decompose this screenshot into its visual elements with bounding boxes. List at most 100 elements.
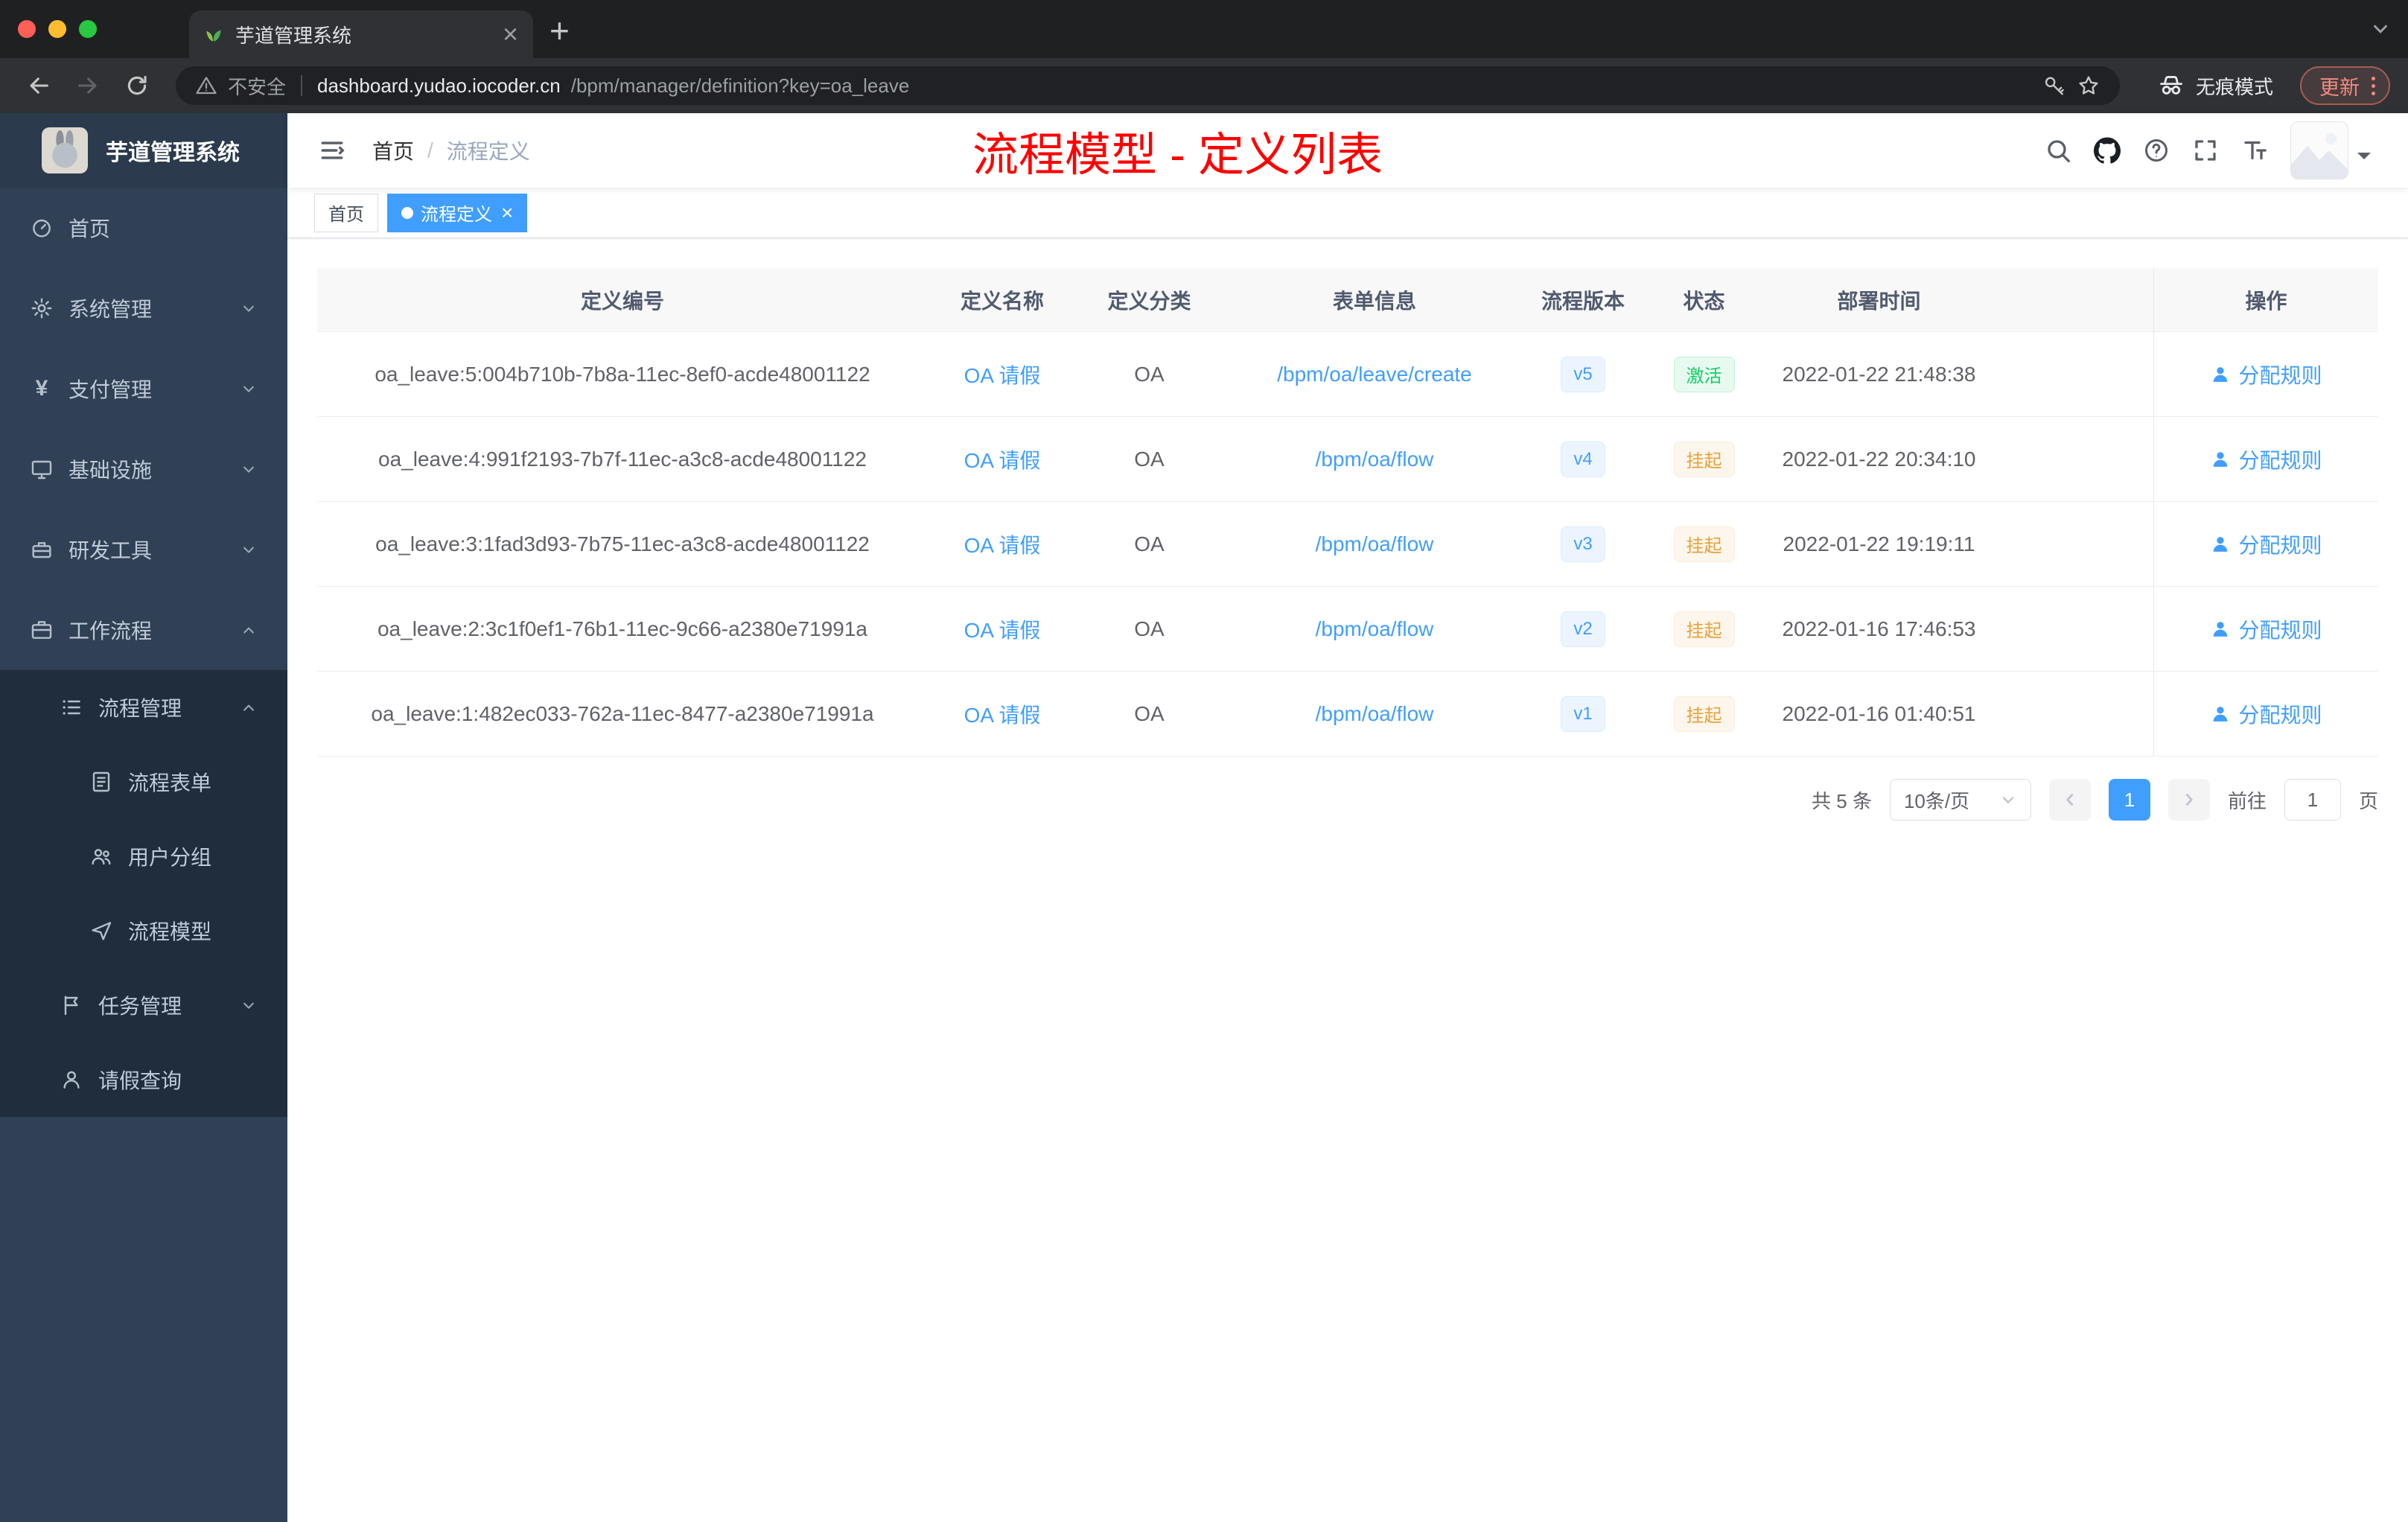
cell-deploy-time: 2022-01-22 19:19:11: [1783, 532, 1975, 555]
refresh-button[interactable]: [116, 65, 158, 106]
cell-definition-id: oa_leave:2:3c1f0ef1-76b1-11ec-9c66-a2380…: [377, 617, 867, 640]
sidebar-item-payment[interactable]: ¥ 支付管理: [0, 348, 287, 429]
url-separator: [301, 75, 303, 96]
cell-category: OA: [1134, 617, 1165, 640]
new-tab-button[interactable]: +: [550, 13, 570, 48]
page-content: 定义编号 定义名称 定义分类 表单信息 流程版本 状态 部署时间 操作 oa_leave:5:…: [287, 238, 2408, 1522]
breadcrumb-home[interactable]: 首页: [372, 136, 414, 165]
tag-close-icon[interactable]: ×: [501, 202, 513, 223]
sidebar-item-devtools[interactable]: 研发工具: [0, 509, 287, 590]
help-question-icon[interactable]: [2143, 137, 2170, 164]
sidebar-item-label: 首页: [69, 217, 111, 241]
prev-page-button[interactable]: [2048, 779, 2091, 821]
cell-definition-id: oa_leave:5:004b710b-7b8a-11ec-8ef0-acde4…: [375, 362, 870, 386]
address-bar[interactable]: 不安全 dashboard.yudao.iocoder.cn /bpm/mana…: [176, 66, 2120, 105]
tab-close-icon[interactable]: ×: [503, 21, 518, 48]
sidebar-menu: 首页系统管理 ¥ 支付管理基础设施研发工具 工作流程 流程管理流程表单用户分组 流程模型任…: [0, 188, 287, 1117]
chevron-down-icon: [1999, 791, 2017, 809]
sidebar-item-label: 基础设施: [69, 459, 153, 482]
update-button[interactable]: 更新: [2300, 66, 2390, 105]
sidebar-item-system[interactable]: 系统管理: [0, 268, 287, 348]
sidebar-logo[interactable]: 芋道管理系统: [0, 113, 287, 188]
next-page-button[interactable]: [2167, 779, 2210, 821]
form-info-link[interactable]: /bpm/oa/flow: [1316, 617, 1434, 641]
security-label[interactable]: 不安全: [228, 72, 286, 100]
column-header: 流程版本: [1541, 289, 1625, 313]
cell-category: OA: [1134, 701, 1165, 725]
sidebar-item-label: 流程表单: [128, 771, 212, 795]
page-size-select[interactable]: 10条/页: [1889, 779, 2031, 821]
tag-home[interactable]: 首页: [314, 193, 378, 232]
definition-name-link[interactable]: OA 请假: [964, 360, 1041, 389]
table-row: oa_leave:4:991f2193-7b7f-11ec-a3c8-acde4…: [317, 417, 2378, 502]
workflow-icon: [30, 618, 54, 642]
chevron-down-icon: [238, 459, 259, 480]
avatar[interactable]: [2290, 121, 2348, 179]
form-info-link[interactable]: /bpm/oa/flow: [1316, 702, 1434, 726]
definition-name-link[interactable]: OA 请假: [964, 445, 1041, 474]
password-key-icon[interactable]: [2042, 74, 2066, 98]
table-row: oa_leave:3:1fad3d93-7b75-11ec-a3c8-acde4…: [317, 502, 2378, 587]
search-icon[interactable]: [2045, 137, 2071, 164]
chevron-down-icon: [238, 995, 259, 1016]
assign-rule-link[interactable]: 分配规则: [2210, 360, 2322, 389]
sidebar-item-workflow[interactable]: 工作流程: [0, 590, 287, 670]
sidebar-item-user-group[interactable]: 用户分组: [0, 819, 287, 894]
task-icon: [60, 993, 83, 1017]
app-title: 芋道管理系统: [106, 141, 240, 165]
column-header: 表单信息: [1332, 289, 1416, 313]
close-window-button[interactable]: [18, 20, 36, 38]
version-tag: v5: [1561, 356, 1605, 392]
chevron-down-icon: [238, 378, 259, 399]
assign-rule-link[interactable]: 分配规则: [2210, 445, 2322, 474]
model-icon: [89, 919, 113, 943]
github-icon[interactable]: [2094, 137, 2121, 164]
font-size-icon[interactable]: [2241, 137, 2268, 164]
browser-tab[interactable]: 芋道管理系统 ×: [189, 10, 533, 58]
sidebar-item-process-form[interactable]: 流程表单: [0, 745, 287, 819]
cell-definition-id: oa_leave:4:991f2193-7b7f-11ec-a3c8-acde4…: [378, 447, 867, 471]
sidebar-item-infrastructure[interactable]: 基础设施: [0, 429, 287, 509]
caret-down-icon: [2357, 153, 2371, 166]
hamburger-icon[interactable]: [317, 138, 347, 163]
user-icon: [2210, 534, 2231, 555]
status-tag: 挂起: [1673, 611, 1735, 647]
sidebar-item-task-manage[interactable]: 任务管理: [0, 968, 287, 1042]
definition-name-link[interactable]: OA 请假: [964, 699, 1041, 729]
browser-menu-kebab-icon[interactable]: [2372, 76, 2375, 95]
user-icon: [60, 1068, 83, 1092]
table-header-row: 定义编号 定义名称 定义分类 表单信息 流程版本 状态 部署时间 操作: [317, 268, 2378, 332]
table-row: oa_leave:2:3c1f0ef1-76b1-11ec-9c66-a2380…: [317, 587, 2378, 672]
incognito-spy-icon: [2157, 71, 2185, 100]
group-icon: [89, 844, 113, 868]
assign-rule-link[interactable]: 分配规则: [2210, 699, 2322, 729]
goto-page-input[interactable]: [2284, 779, 2341, 821]
user-menu[interactable]: [2290, 121, 2371, 179]
pagination: 共 5 条 10条/页 1 前往 1 页: [317, 779, 2378, 821]
sidebar-item-leave-query[interactable]: 请假查询: [0, 1042, 287, 1117]
sidebar-item-process-manage[interactable]: 流程管理: [0, 670, 287, 745]
minimize-window-button[interactable]: [48, 20, 66, 38]
version-tag: v2: [1561, 611, 1605, 647]
form-info-link[interactable]: /bpm/oa/flow: [1316, 448, 1434, 471]
definition-name-link[interactable]: OA 请假: [964, 614, 1041, 644]
zoom-window-button[interactable]: [79, 20, 97, 38]
page-number-button[interactable]: 1: [2108, 779, 2150, 821]
sidebar-item-home[interactable]: 首页: [0, 188, 287, 268]
form-info-link[interactable]: /bpm/oa/flow: [1316, 532, 1434, 556]
status-tag: 挂起: [1673, 695, 1735, 732]
tag-process-definition[interactable]: 流程定义 ×: [387, 193, 528, 232]
chevron-down-icon: [238, 539, 259, 560]
tab-search-chevron-icon[interactable]: [2369, 18, 2392, 40]
form-info-link[interactable]: /bpm/oa/leave/create: [1277, 363, 1472, 386]
bookmark-star-icon[interactable]: [2077, 74, 2100, 98]
assign-rule-link[interactable]: 分配规则: [2210, 529, 2322, 559]
user-icon: [2210, 704, 2231, 725]
fullscreen-icon[interactable]: [2192, 137, 2219, 164]
definition-name-link[interactable]: OA 请假: [964, 529, 1041, 559]
back-button[interactable]: [18, 65, 60, 106]
assign-rule-link[interactable]: 分配规则: [2210, 614, 2322, 644]
forward-button[interactable]: [67, 65, 109, 106]
browser-tab-strip: 芋道管理系统 × +: [0, 0, 2408, 58]
sidebar-item-process-model[interactable]: 流程模型: [0, 894, 287, 968]
